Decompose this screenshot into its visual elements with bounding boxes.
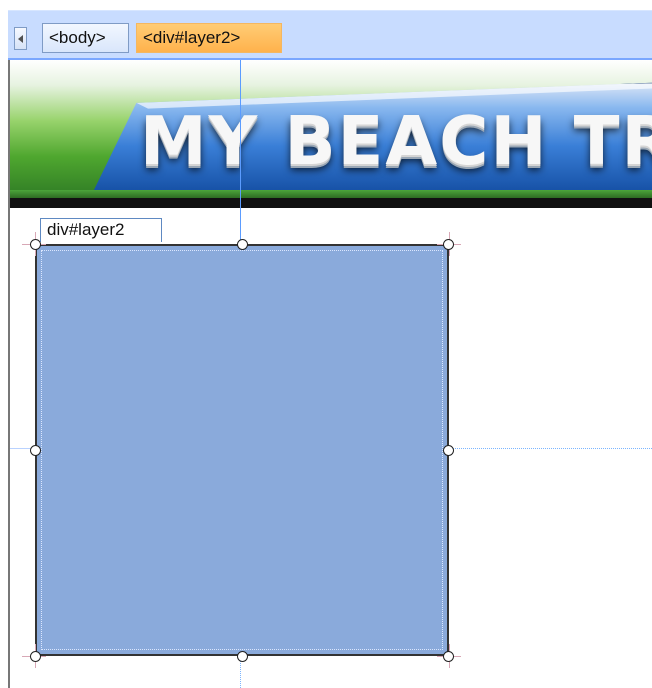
tag-div-layer2[interactable]: <div#layer2> [136, 23, 282, 53]
tag-selector-bar: <body> <div#layer2> [8, 10, 652, 60]
resize-handle-bottom-middle[interactable] [237, 651, 248, 662]
resize-handle-top-right[interactable] [443, 239, 454, 250]
resize-handle-top-left[interactable] [30, 239, 41, 250]
scroll-left-button[interactable] [14, 27, 27, 50]
horizontal-guide-dotted [448, 448, 652, 449]
chevron-left-icon [17, 34, 23, 43]
design-view: <body> <div#layer2> MY BEACH TR div#laye… [0, 0, 652, 688]
resize-handle-top-middle[interactable] [237, 239, 248, 250]
tag-body[interactable]: <body> [42, 23, 129, 53]
banner-stripe [10, 190, 652, 198]
resize-handle-bottom-left[interactable] [30, 651, 41, 662]
resize-handle-middle-right[interactable] [443, 445, 454, 456]
header-banner: MY BEACH TR [10, 60, 652, 208]
resize-handle-middle-left[interactable] [30, 445, 41, 456]
editor-canvas[interactable]: MY BEACH TR div#layer2 [8, 60, 652, 688]
vertical-guide [240, 60, 241, 245]
selected-layer[interactable] [35, 244, 449, 656]
banner-title: MY BEACH TR [140, 102, 652, 180]
resize-handle-bottom-right[interactable] [443, 651, 454, 662]
layer-label-tab[interactable]: div#layer2 [40, 218, 162, 242]
